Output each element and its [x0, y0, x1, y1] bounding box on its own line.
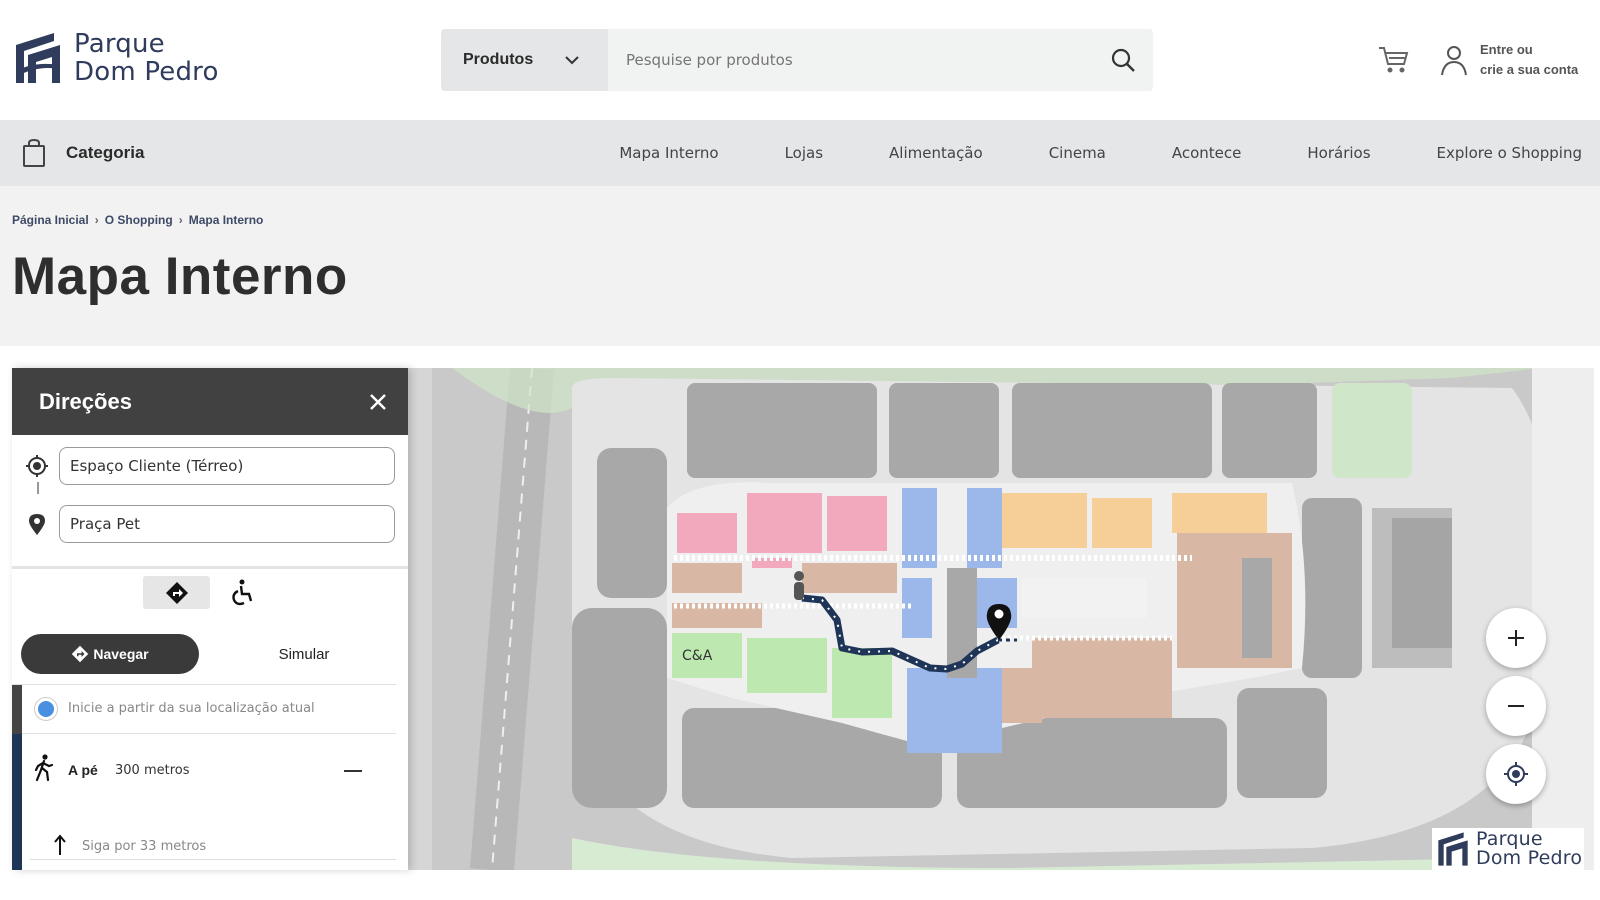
origin-row: [12, 447, 408, 485]
directions-icon: [165, 581, 188, 604]
account-text: Entre ou crie a sua conta: [1480, 40, 1578, 80]
logo-mark-icon: [1438, 832, 1468, 866]
minus-icon: [1508, 705, 1524, 707]
header: Parque Dom Pedro Produtos Entre ou crie …: [0, 0, 1600, 120]
account-line-2: crie a sua conta: [1480, 62, 1579, 77]
current-location-label: Inicie a partir da sua localização atual: [68, 701, 315, 716]
brand-line-1: Parque: [74, 29, 165, 59]
map-brand-name: Parque Dom Pedro: [1476, 830, 1582, 868]
breadcrumb-separator: ›: [94, 213, 99, 227]
brand-line-2: Dom Pedro: [74, 57, 219, 87]
locate-icon: [1504, 762, 1528, 786]
directions-header: Direções: [12, 368, 408, 435]
simulate-label: Simular: [278, 645, 330, 663]
destination-field[interactable]: [59, 505, 395, 543]
option-indicator: [12, 685, 22, 735]
bag-icon: [23, 138, 45, 167]
main-nav: Categoria Mapa Interno Lojas Alimentação…: [0, 120, 1600, 186]
collapse-button[interactable]: [344, 770, 362, 772]
nav-links: Mapa Interno Lojas Alimentação Cinema Ac…: [553, 120, 1582, 186]
route-indicator: [12, 734, 22, 870]
search-category-dropdown[interactable]: Produtos: [441, 29, 608, 91]
current-location-radio[interactable]: [34, 697, 58, 721]
brand-logo[interactable]: Parque Dom Pedro: [14, 30, 219, 86]
map-brand-logo: Parque Dom Pedro: [1432, 828, 1584, 870]
zoom-in-button[interactable]: [1486, 608, 1546, 668]
nav-link-horarios[interactable]: Horários: [1307, 144, 1370, 162]
plus-icon: [1508, 630, 1524, 646]
map-brand-line-2: Dom Pedro: [1476, 847, 1583, 869]
search-category-label: Produtos: [463, 51, 534, 68]
store-label-ca[interactable]: C&A: [682, 648, 713, 664]
page-header: Página Inicial › O Shopping › Mapa Inter…: [0, 186, 1600, 346]
chevron-down-icon: [565, 56, 579, 65]
simulate-button[interactable]: Simular: [224, 634, 384, 674]
nav-link-cinema[interactable]: Cinema: [1049, 144, 1106, 162]
search-bar: Produtos: [441, 29, 1153, 91]
panel-divider: [12, 566, 408, 569]
route-step[interactable]: Siga por 33 metros: [30, 834, 396, 860]
brand-name: Parque Dom Pedro: [74, 30, 219, 86]
directions-icon: [72, 645, 89, 663]
account-link[interactable]: Entre ou crie a sua conta: [1440, 40, 1578, 80]
nav-link-alimentacao[interactable]: Alimentação: [889, 144, 983, 162]
arrow-up-icon: [54, 834, 66, 855]
zoom-out-button[interactable]: [1486, 676, 1546, 736]
route-summary: A pé 300 metros Siga por 33 metros: [12, 734, 408, 870]
category-label: Categoria: [66, 143, 145, 162]
breadcrumb-current: Mapa Interno: [188, 213, 264, 227]
breadcrumb-separator: ›: [178, 213, 183, 227]
target-icon: [26, 455, 48, 477]
directions-panel: Direções Navegar Simular Inicie a partir…: [12, 368, 408, 870]
current-location-option[interactable]: Inicie a partir da sua localização atual: [12, 684, 396, 735]
category-button[interactable]: Categoria: [22, 138, 144, 168]
mode-label: A pé: [68, 762, 98, 778]
mode-directions-button[interactable]: [143, 576, 210, 609]
logo-mark-icon: [16, 33, 60, 83]
navigate-label: Navegar: [93, 646, 149, 662]
origin-field[interactable]: [59, 447, 395, 485]
nav-link-acontece[interactable]: Acontece: [1172, 144, 1242, 162]
breadcrumb-home[interactable]: Página Inicial: [12, 213, 89, 227]
step-text: Siga por 33 metros: [82, 839, 207, 854]
route-connector: [37, 482, 39, 494]
wheelchair-icon: [232, 579, 253, 606]
search-button[interactable]: [1093, 29, 1153, 91]
locate-button[interactable]: [1486, 744, 1546, 804]
nav-link-mapa-interno[interactable]: Mapa Interno: [619, 144, 718, 162]
search-icon: [1111, 48, 1135, 72]
page-title: Mapa Interno: [12, 247, 348, 306]
pin-icon: [29, 514, 45, 535]
breadcrumb: Página Inicial › O Shopping › Mapa Inter…: [12, 213, 263, 227]
route-distance: 300 metros: [115, 763, 190, 778]
close-icon[interactable]: [368, 392, 388, 412]
start-marker-icon: [794, 571, 804, 600]
nav-link-lojas[interactable]: Lojas: [785, 144, 823, 162]
account-line-1: Entre ou: [1480, 42, 1533, 57]
destination-row: [12, 505, 408, 543]
mode-accessible-button[interactable]: [228, 578, 258, 608]
user-icon: [1441, 46, 1467, 76]
search-input[interactable]: [608, 29, 1093, 91]
cart-icon[interactable]: [1377, 44, 1411, 76]
nav-link-explore[interactable]: Explore o Shopping: [1437, 144, 1582, 162]
breadcrumb-shopping[interactable]: O Shopping: [105, 213, 173, 227]
navigate-button[interactable]: Navegar: [21, 634, 199, 674]
directions-title: Direções: [39, 388, 132, 414]
walk-icon: [34, 754, 54, 782]
